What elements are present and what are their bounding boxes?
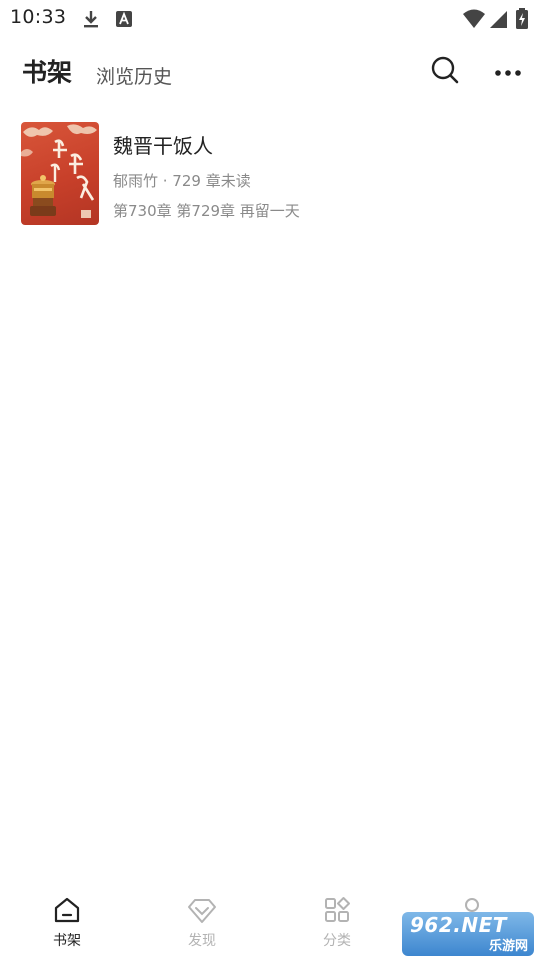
nav-discover[interactable]: 发现 [152, 894, 252, 956]
nav-label-bookshelf: 书架 [53, 933, 81, 949]
a-badge-icon [114, 8, 136, 30]
search-button[interactable] [425, 52, 465, 92]
nav-label-discover: 发现 [188, 933, 216, 949]
tab-history[interactable]: 浏览历史 [96, 62, 172, 89]
watermark-logo: 962.NET 乐游网 [402, 912, 534, 956]
app-header: 书架 浏览历史 [0, 44, 540, 100]
search-icon [430, 55, 460, 89]
status-time: 10:33 [10, 6, 67, 28]
more-icon [493, 63, 523, 82]
book-cover [21, 122, 99, 225]
wifi-icon [462, 8, 486, 30]
book-title: 魏晋干饭人 [113, 134, 213, 158]
more-button[interactable] [488, 52, 528, 92]
home-icon [51, 894, 83, 926]
signal-icon [488, 8, 510, 30]
category-icon [321, 894, 353, 926]
status-bar: 10:33 [0, 0, 540, 36]
nav-label-category: 分类 [323, 933, 351, 949]
nav-bookshelf[interactable]: 书架 [17, 894, 117, 956]
book-meta: 郁雨竹 · 729 章未读 [113, 172, 251, 190]
battery-icon [514, 8, 530, 30]
tab-bookshelf[interactable]: 书架 [22, 53, 72, 89]
book-item[interactable]: 魏晋干饭人 郁雨竹 · 729 章未读 第730章 第729章 再留一天 [21, 122, 521, 226]
diamond-icon [186, 894, 218, 926]
watermark-bottom-text: 乐游网 [488, 939, 528, 954]
nav-category[interactable]: 分类 [287, 894, 387, 956]
watermark-top-text: 962.NET [410, 913, 507, 937]
download-icon [80, 8, 102, 30]
book-progress: 第730章 第729章 再留一天 [113, 202, 300, 220]
